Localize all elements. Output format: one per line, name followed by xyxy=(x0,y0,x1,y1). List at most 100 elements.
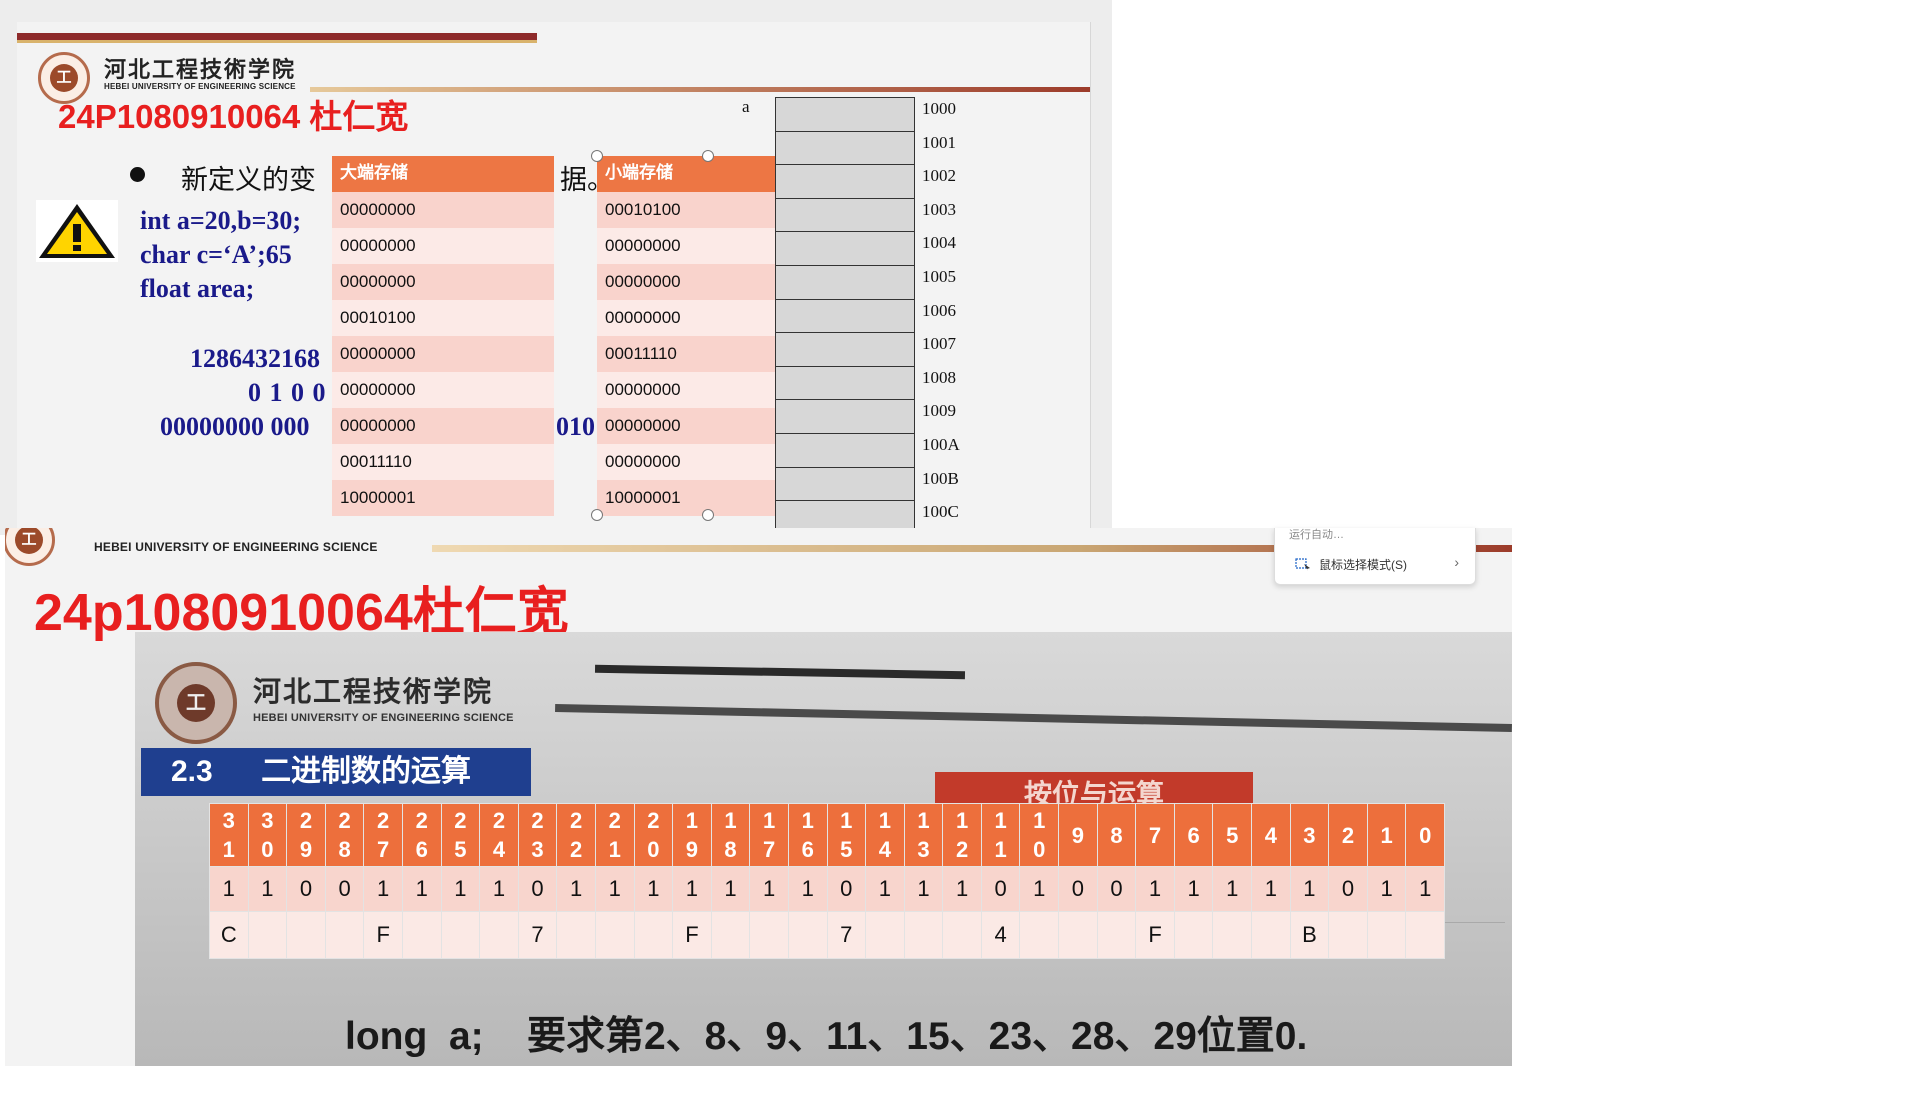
bit-value-cell[interactable]: 1 xyxy=(1289,866,1330,912)
memory-address: 100C xyxy=(922,502,959,522)
hex-value-cell[interactable]: F xyxy=(672,911,712,959)
memory-cell xyxy=(775,231,915,266)
hex-value-cell[interactable] xyxy=(942,911,982,959)
memory-cell xyxy=(775,365,915,401)
resize-handle-tl[interactable] xyxy=(591,150,603,162)
bit-value-cell[interactable]: 1 xyxy=(672,866,712,912)
big-endian-cell[interactable]: 00000000 xyxy=(332,408,554,444)
bit-position-cell: 20 xyxy=(633,803,674,867)
big-endian-cell[interactable]: 10000001 xyxy=(332,480,554,516)
hex-value-cell[interactable] xyxy=(1212,911,1253,959)
bit-value-cell[interactable]: 1 xyxy=(440,866,481,912)
resize-handle-bm[interactable] xyxy=(702,509,714,521)
hex-value-cell[interactable] xyxy=(286,911,326,959)
bit-value-cell[interactable]: 1 xyxy=(787,866,828,912)
hex-value-cell[interactable] xyxy=(633,911,674,959)
hex-value-cell[interactable] xyxy=(324,911,365,959)
hex-value-cell[interactable] xyxy=(1328,911,1368,959)
hex-value-cell[interactable] xyxy=(556,911,596,959)
hex-value-cell[interactable]: 7 xyxy=(826,911,867,959)
big-endian-cell[interactable]: 00000000 xyxy=(332,192,554,228)
hex-value-cell[interactable] xyxy=(1405,911,1445,959)
big-endian-table[interactable]: 大端存储 00000000 00000000 00000000 00010100 000… xyxy=(332,156,554,516)
hex-value-cell[interactable] xyxy=(1251,911,1291,959)
bit-value-cell[interactable]: 0 xyxy=(517,866,558,912)
bit-value-cell[interactable]: 1 xyxy=(710,866,751,912)
hex-value-cell[interactable]: B xyxy=(1289,911,1330,959)
hex-value-cell[interactable] xyxy=(479,911,519,959)
big-endian-header[interactable]: 大端存储 xyxy=(332,156,554,192)
hex-value-cell[interactable]: 7 xyxy=(517,911,558,959)
bit-value-cell[interactable]: 1 xyxy=(1173,866,1214,912)
hex-value-cell[interactable]: F xyxy=(363,911,403,959)
hex-value-cell[interactable] xyxy=(865,911,905,959)
bit-value-cell[interactable]: 1 xyxy=(1366,866,1407,912)
hex-value-cell[interactable] xyxy=(1173,911,1214,959)
hex-value-cell[interactable] xyxy=(710,911,751,959)
bit-value-cell[interactable]: 0 xyxy=(1058,866,1098,912)
bit-value-cell[interactable]: 1 xyxy=(865,866,905,912)
bit-value-cell[interactable]: 0 xyxy=(324,866,365,912)
header-bar-dark xyxy=(17,33,537,40)
bit-value-cell[interactable]: 1 xyxy=(594,866,635,912)
hex-value-cell[interactable] xyxy=(1096,911,1137,959)
context-menu[interactable]: 运行自动… 鼠标选择模式(S) › xyxy=(1274,528,1476,585)
hex-value-cell[interactable]: C xyxy=(209,911,249,959)
bit-value-cell[interactable]: 1 xyxy=(1212,866,1253,912)
bit-value-cell[interactable]: 1 xyxy=(479,866,519,912)
bit-position-digit: 6 xyxy=(415,837,428,862)
hex-value-cell[interactable] xyxy=(903,911,944,959)
bit-value-cell[interactable]: 1 xyxy=(247,866,288,912)
hex-value-cell[interactable]: 4 xyxy=(980,911,1021,959)
bit-value-cell[interactable]: 1 xyxy=(1251,866,1291,912)
hex-value-cell[interactable] xyxy=(787,911,828,959)
bit-value-cell[interactable]: 1 xyxy=(1019,866,1060,912)
hex-value-cell[interactable] xyxy=(749,911,789,959)
bit-value-cell[interactable]: 0 xyxy=(1328,866,1368,912)
bit-value-cell[interactable]: 1 xyxy=(363,866,403,912)
menu-item-partial[interactable]: 运行自动… xyxy=(1289,526,1344,542)
bit-position-cell: 22 xyxy=(556,803,596,867)
bit-value-cell[interactable]: 1 xyxy=(1135,866,1175,912)
calc-line-3-tail: 010 xyxy=(556,412,595,441)
photo-header-bar xyxy=(594,664,966,680)
bit-value-cell[interactable]: 1 xyxy=(903,866,944,912)
bit-value-cell[interactable]: 1 xyxy=(556,866,596,912)
big-endian-cell[interactable]: 00000000 xyxy=(332,372,554,408)
hex-value-row: C F 7 F 7 4 F B xyxy=(209,911,1445,959)
hex-value-cell[interactable] xyxy=(247,911,288,959)
bit-value-cell[interactable]: 1 xyxy=(942,866,982,912)
bit-value-cell[interactable]: 0 xyxy=(1096,866,1137,912)
bit-value-cell[interactable]: 1 xyxy=(749,866,789,912)
menu-item-mouse-mode[interactable]: 鼠标选择模式(S) xyxy=(1295,556,1407,573)
memory-address: 1002 xyxy=(922,166,956,186)
bit-table[interactable]: 3130292827262524232221201918171615141312… xyxy=(209,803,1445,959)
big-endian-cell[interactable]: 00000000 xyxy=(332,228,554,264)
hex-value-cell[interactable]: F xyxy=(1135,911,1175,959)
hex-value-cell[interactable] xyxy=(401,911,442,959)
hex-value-cell[interactable] xyxy=(594,911,635,959)
bit-value-cell[interactable]: 1 xyxy=(209,866,249,912)
hex-value-cell[interactable] xyxy=(440,911,481,959)
calc-line-2: 0 1 0 0 xyxy=(248,378,327,407)
bit-table-container[interactable]: 3130292827262524232221201918171615141312… xyxy=(209,803,1445,959)
bit-value-cell[interactable]: 0 xyxy=(980,866,1021,912)
memory-cell xyxy=(775,298,915,334)
hex-value-cell[interactable] xyxy=(1058,911,1098,959)
resize-handle-tm[interactable] xyxy=(702,150,714,162)
big-endian-cell[interactable]: 00000000 xyxy=(332,264,554,300)
big-endian-cell[interactable]: 00010100 xyxy=(332,300,554,336)
bit-value-cell[interactable]: 1 xyxy=(1405,866,1445,912)
bit-value-cell[interactable]: 0 xyxy=(286,866,326,912)
hex-value-cell[interactable] xyxy=(1019,911,1060,959)
bit-position-digit: 1 xyxy=(608,837,621,862)
bit-position-digit: 5 xyxy=(454,837,467,862)
big-endian-cell[interactable]: 00000000 xyxy=(332,336,554,372)
resize-handle-bl[interactable] xyxy=(591,509,603,521)
hex-value-cell[interactable] xyxy=(1366,911,1407,959)
big-endian-cell[interactable]: 00011110 xyxy=(332,444,554,480)
bit-value-cell[interactable]: 1 xyxy=(633,866,674,912)
bit-value-cell[interactable]: 0 xyxy=(826,866,867,912)
bit-position-cell: 10 xyxy=(1019,803,1060,867)
bit-value-cell[interactable]: 1 xyxy=(401,866,442,912)
